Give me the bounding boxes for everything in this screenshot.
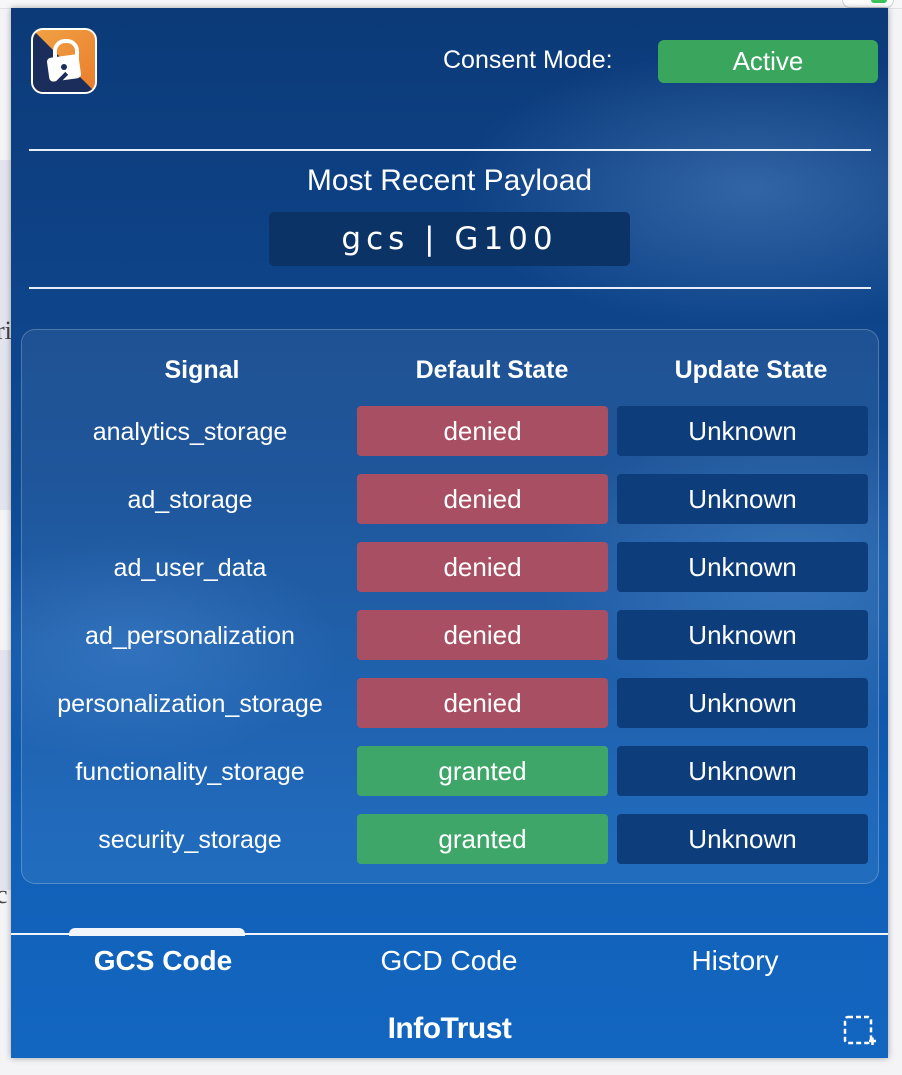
table-row: ad_storage denied Unknown [22,474,878,526]
payload-value: gcs | G100 [269,212,630,266]
signal-name: ad_personalization [85,622,295,650]
header-signal: Signal [164,356,240,384]
consent-mode-label: Consent Mode: [443,46,613,74]
update-state-badge: Unknown [617,542,868,592]
update-state-badge: Unknown [617,406,868,456]
signals-table: Signal Default State Update State analyt… [21,329,879,884]
update-state-badge: Unknown [617,678,868,728]
default-state-badge: denied [357,678,608,728]
default-state-badge: denied [357,542,608,592]
table-row: personalization_storage denied Unknown [22,678,878,730]
divider [29,149,871,151]
tab-gcd-code[interactable]: GCD Code [345,943,553,979]
update-state-badge: Unknown [617,814,868,864]
default-state-badge: granted [357,746,608,796]
table-row: functionality_storage granted Unknown [22,746,878,798]
signal-name: ad_storage [127,486,253,514]
infotrust-brand: InfoTrust [387,1012,512,1045]
header-default-state: Default State [415,356,569,384]
update-state-badge: Unknown [617,746,868,796]
tab-gcs-code[interactable]: GCS Code [59,943,267,979]
table-row: analytics_storage denied Unknown [22,406,878,458]
signal-name: personalization_storage [57,690,323,718]
update-state-badge: Unknown [617,474,868,524]
signal-name: functionality_storage [75,758,305,786]
default-state-badge: denied [357,474,608,524]
signal-name: ad_user_data [113,554,267,582]
tab-history[interactable]: History [631,943,839,979]
update-state-badge: Unknown [617,610,868,660]
payload-title: Most Recent Payload [306,164,593,197]
divider [29,287,871,289]
lock-shield-logo [31,28,97,94]
dashed-select-icon[interactable] [842,1014,876,1048]
default-state-badge: denied [357,406,608,456]
table-row: ad_user_data denied Unknown [22,542,878,594]
signal-name: analytics_storage [92,418,288,446]
browser-toggle[interactable] [842,0,894,8]
extension-popup: Consent Mode: Active Most Recent Payload… [11,8,888,1058]
tabs-divider [11,933,888,935]
consent-status-badge: Active [658,40,878,83]
header-update-state: Update State [674,356,828,384]
default-state-badge: granted [357,814,608,864]
signal-name: security_storage [98,826,282,854]
table-row: security_storage granted Unknown [22,814,878,866]
table-row: ad_personalization denied Unknown [22,610,878,662]
default-state-badge: denied [357,610,608,660]
background-text-fragment: c [0,880,8,909]
